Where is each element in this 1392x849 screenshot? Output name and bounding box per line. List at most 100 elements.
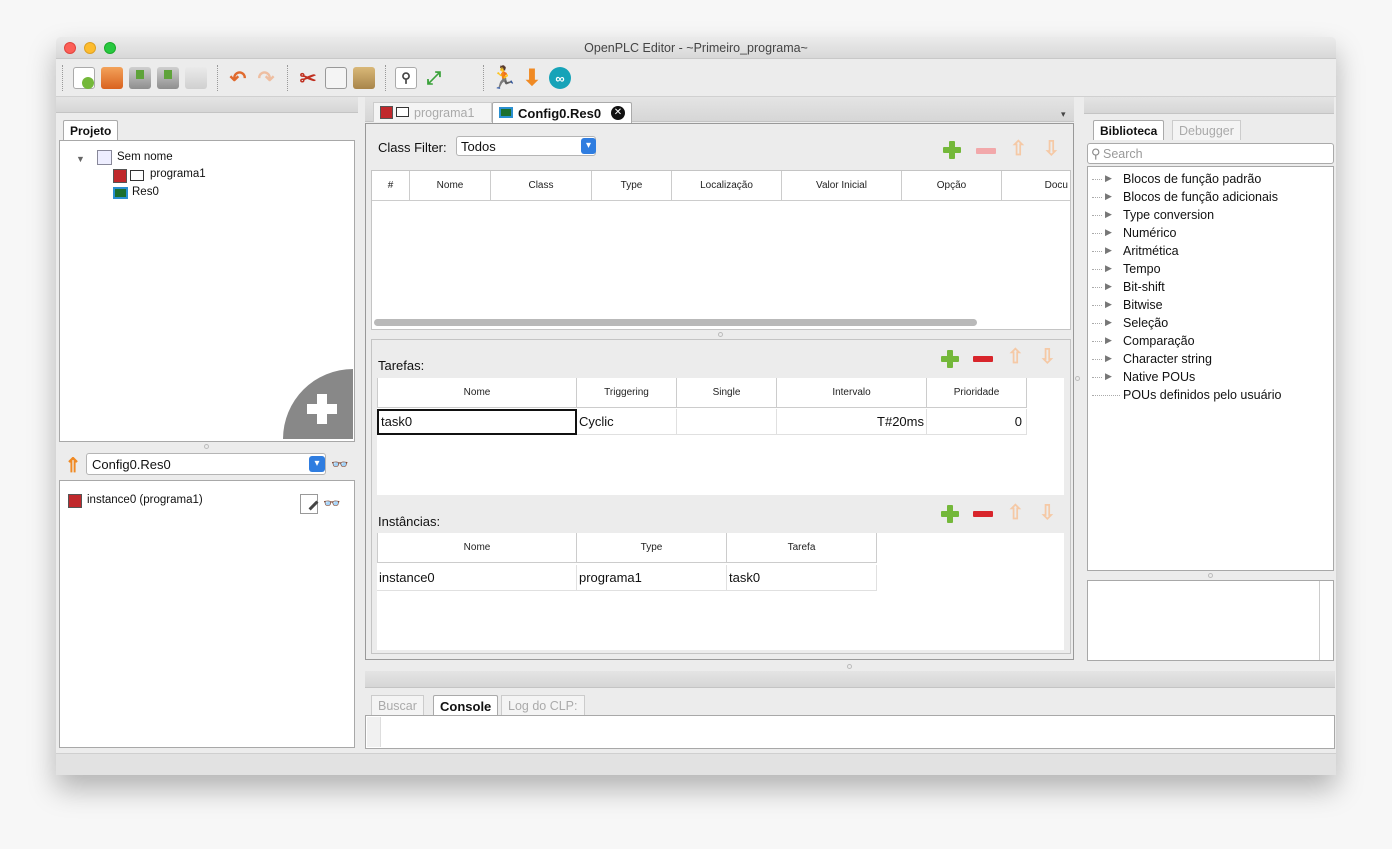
- column-header[interactable]: Localização: [672, 171, 782, 201]
- undo-icon[interactable]: ↶: [227, 67, 249, 90]
- column-header[interactable]: Nome: [377, 378, 577, 408]
- table-cell[interactable]: T#20ms: [777, 409, 927, 435]
- column-header[interactable]: Opção: [902, 171, 1002, 201]
- expand-icon[interactable]: ▶: [1105, 209, 1112, 220]
- library-item[interactable]: ▶ Blocos de função padrão: [1090, 171, 1330, 189]
- tab-debugger[interactable]: Debugger: [1172, 120, 1241, 140]
- tree-item-programa1[interactable]: programa1: [150, 168, 206, 180]
- remove-instance-button[interactable]: [973, 511, 993, 517]
- tab-buscar[interactable]: Buscar: [371, 695, 424, 715]
- splitter-handle[interactable]: [1075, 376, 1080, 381]
- tab-console[interactable]: Console: [433, 695, 499, 715]
- library-item[interactable]: POUs definidos pelo usuário: [1090, 387, 1330, 405]
- save-icon[interactable]: [129, 67, 151, 89]
- column-header[interactable]: Single: [677, 378, 777, 408]
- move-down-icon[interactable]: ⇩: [1043, 139, 1060, 159]
- library-item[interactable]: ▶ Type conversion: [1090, 207, 1330, 225]
- paste-icon[interactable]: [353, 67, 375, 89]
- column-header[interactable]: Triggering: [577, 378, 677, 408]
- splitter-handle[interactable]: [847, 664, 852, 669]
- table-cell[interactable]: [677, 409, 777, 435]
- add-variable-button[interactable]: [942, 140, 962, 160]
- column-header[interactable]: Tarefa: [727, 533, 877, 563]
- column-header[interactable]: Type: [592, 171, 672, 201]
- table-cell[interactable]: task0: [377, 409, 577, 435]
- remove-variable-button[interactable]: [976, 148, 996, 154]
- redo-icon[interactable]: ↷: [255, 67, 277, 90]
- edit-icon[interactable]: [300, 494, 319, 514]
- library-item[interactable]: ▶ Comparação: [1090, 333, 1330, 351]
- library-item[interactable]: ▶ Numérico: [1090, 225, 1330, 243]
- move-up-icon[interactable]: ⇧: [1007, 347, 1024, 367]
- add-element-button[interactable]: [283, 369, 353, 439]
- expand-icon[interactable]: ▶: [1105, 317, 1112, 328]
- library-item[interactable]: ▶ Bitwise: [1090, 297, 1330, 315]
- expand-icon[interactable]: ▶: [1105, 281, 1112, 292]
- library-item[interactable]: ▶ Seleção: [1090, 315, 1330, 333]
- expand-icon[interactable]: ▶: [1105, 371, 1112, 382]
- expand-icon[interactable]: ▶: [1105, 191, 1112, 202]
- upload-icon[interactable]: ⇑: [64, 455, 82, 477]
- library-search-input[interactable]: ⚲ Search: [1087, 143, 1334, 164]
- library-item[interactable]: ▶ Bit-shift: [1090, 279, 1330, 297]
- column-header[interactable]: Type: [577, 533, 727, 563]
- move-down-icon[interactable]: ⇩: [1039, 503, 1056, 523]
- column-header[interactable]: Nome: [410, 171, 491, 201]
- class-filter-select[interactable]: Todos ▾: [456, 136, 596, 156]
- tab-biblioteca[interactable]: Biblioteca: [1093, 120, 1165, 140]
- column-header[interactable]: #: [372, 171, 410, 201]
- new-file-icon[interactable]: [73, 67, 95, 89]
- expand-icon[interactable]: ▶: [1105, 263, 1112, 274]
- splitter-handle[interactable]: [1208, 573, 1213, 578]
- expand-icon[interactable]: ▶: [1105, 227, 1112, 238]
- expand-icon[interactable]: ▶: [1105, 173, 1112, 184]
- expand-icon[interactable]: ▶: [1105, 353, 1112, 364]
- splitter-handle[interactable]: [204, 444, 209, 449]
- resource-select[interactable]: Config0.Res0 ▾: [86, 453, 326, 475]
- copy-icon[interactable]: [325, 67, 347, 89]
- console-output[interactable]: [365, 715, 1335, 749]
- run-icon[interactable]: 🏃: [490, 65, 517, 90]
- table-cell[interactable]: task0: [727, 565, 877, 591]
- add-task-button[interactable]: [940, 349, 960, 369]
- fullscreen-icon[interactable]: ⤢: [423, 67, 445, 89]
- move-up-icon[interactable]: ⇧: [1007, 503, 1024, 523]
- library-item[interactable]: ▶ Aritmética: [1090, 243, 1330, 261]
- print-icon[interactable]: [185, 67, 207, 89]
- save-as-icon[interactable]: [157, 67, 179, 89]
- chevron-down-icon[interactable]: ▾: [309, 456, 325, 472]
- open-folder-icon[interactable]: [101, 67, 123, 89]
- cut-icon[interactable]: ✂: [297, 67, 319, 90]
- chevron-down-icon[interactable]: ▾: [581, 138, 596, 154]
- remove-task-button[interactable]: [973, 356, 993, 362]
- expand-icon[interactable]: ▶: [1105, 245, 1112, 256]
- tree-expand-icon[interactable]: ▼: [76, 154, 85, 164]
- close-tab-icon[interactable]: ✕: [611, 106, 625, 120]
- tab-config0-res0[interactable]: Config0.Res0 ✕: [492, 102, 632, 123]
- horizontal-scrollbar[interactable]: [374, 319, 977, 326]
- table-cell[interactable]: Cyclic: [577, 409, 677, 435]
- column-header[interactable]: Nome: [377, 533, 577, 563]
- tab-overflow-icon[interactable]: ▾: [1061, 109, 1066, 120]
- column-header[interactable]: Valor Inicial: [782, 171, 902, 201]
- glasses-icon[interactable]: 👓: [322, 494, 342, 512]
- table-cell[interactable]: programa1: [577, 565, 727, 591]
- download-icon[interactable]: ⬇: [521, 65, 543, 90]
- library-item[interactable]: ▶ Blocos de função adicionais: [1090, 189, 1330, 207]
- column-header[interactable]: Class: [491, 171, 592, 201]
- list-item-instance[interactable]: instance0 (programa1): [87, 494, 203, 506]
- move-down-icon[interactable]: ⇩: [1039, 347, 1056, 367]
- expand-icon[interactable]: ▶: [1105, 299, 1112, 310]
- arduino-icon[interactable]: ∞: [549, 67, 571, 89]
- move-up-icon[interactable]: ⇧: [1010, 139, 1027, 159]
- tab-projeto[interactable]: Projeto: [63, 120, 119, 140]
- column-header[interactable]: Docu: [1002, 171, 1070, 201]
- glasses-icon[interactable]: 👓: [330, 455, 350, 473]
- column-header[interactable]: Prioridade: [927, 378, 1027, 408]
- search-icon[interactable]: ⚲: [395, 67, 417, 89]
- column-header[interactable]: Intervalo: [777, 378, 927, 408]
- tree-item-res0[interactable]: Res0: [132, 186, 159, 198]
- library-item[interactable]: ▶ Tempo: [1090, 261, 1330, 279]
- tree-item-root[interactable]: Sem nome: [117, 151, 173, 163]
- table-cell[interactable]: 0: [927, 409, 1027, 435]
